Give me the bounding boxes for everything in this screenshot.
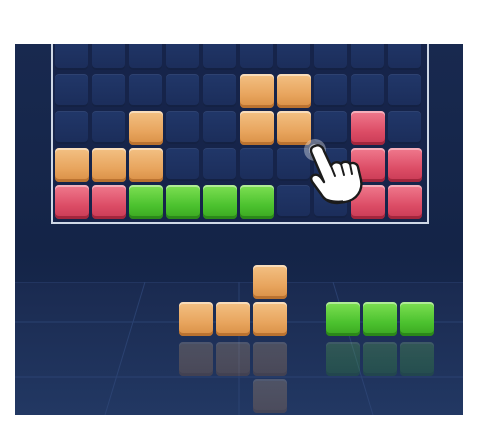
line-piece-block[interactable] — [326, 302, 360, 336]
line-piece-block[interactable] — [400, 302, 434, 336]
board-cell[interactable] — [313, 44, 347, 70]
red-block — [54, 185, 89, 219]
board-cell[interactable] — [91, 74, 125, 107]
orange-block — [239, 74, 274, 108]
board-cell[interactable] — [387, 44, 421, 70]
orange-block — [91, 148, 126, 182]
board-cell[interactable] — [91, 111, 125, 144]
t-piece-block[interactable] — [216, 302, 250, 336]
board-cell[interactable] — [387, 111, 421, 144]
game-scene — [15, 44, 463, 415]
pointing-hand-icon — [304, 139, 363, 205]
orange-block — [54, 148, 89, 182]
board-cell[interactable] — [202, 111, 236, 144]
board-cell[interactable] — [54, 44, 88, 70]
orange-block — [128, 111, 163, 145]
board-cell[interactable] — [239, 44, 273, 70]
line-piece-reflection — [363, 342, 397, 376]
board-cell[interactable] — [165, 44, 199, 70]
board-cell[interactable] — [165, 148, 199, 181]
board-cell[interactable] — [202, 44, 236, 70]
line-piece-reflection — [400, 342, 434, 376]
board-cell[interactable] — [350, 44, 384, 70]
board-cell[interactable] — [91, 44, 125, 70]
board-cell[interactable] — [128, 44, 162, 70]
board-cell[interactable] — [202, 148, 236, 181]
line-piece-block[interactable] — [363, 302, 397, 336]
line-piece-reflection — [326, 342, 360, 376]
red-block — [91, 185, 126, 219]
orange-block — [276, 74, 311, 108]
board-cell[interactable] — [313, 74, 347, 107]
red-block — [387, 148, 422, 182]
board-cell[interactable] — [54, 111, 88, 144]
t-piece-reflection — [216, 342, 250, 376]
green-block — [128, 185, 163, 219]
green-block — [202, 185, 237, 219]
board-cell[interactable] — [202, 74, 236, 107]
green-block — [165, 185, 200, 219]
board-cell[interactable] — [276, 44, 310, 70]
board-cell[interactable] — [239, 148, 273, 181]
board-cell[interactable] — [54, 74, 88, 107]
board-cell[interactable] — [165, 111, 199, 144]
green-block — [239, 185, 274, 219]
t-piece-block[interactable] — [253, 302, 287, 336]
board-cell[interactable] — [128, 74, 162, 107]
t-piece-block[interactable] — [253, 265, 287, 299]
orange-block — [239, 111, 274, 145]
board-cell[interactable] — [387, 74, 421, 107]
t-piece-reflection — [179, 342, 213, 376]
board-cell[interactable] — [165, 74, 199, 107]
t-piece-reflection — [253, 342, 287, 376]
t-piece-reflection — [253, 379, 287, 413]
orange-block — [128, 148, 163, 182]
t-piece-block[interactable] — [179, 302, 213, 336]
board-cell[interactable] — [350, 74, 384, 107]
red-block — [387, 185, 422, 219]
